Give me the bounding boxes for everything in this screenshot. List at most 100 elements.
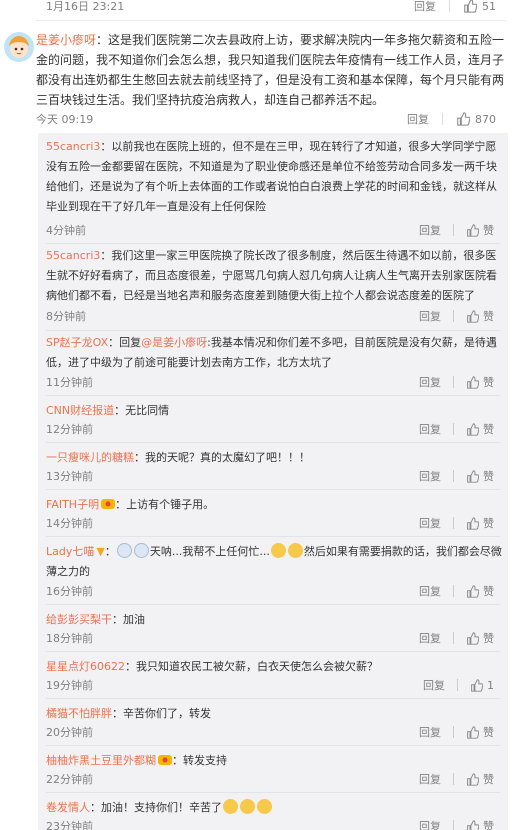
username-link[interactable]: Lady七喵 xyxy=(46,545,94,558)
reply-time: 16分钟前 xyxy=(46,585,93,598)
like-label[interactable]: 赞 xyxy=(483,222,494,238)
divider xyxy=(453,224,454,236)
username-link[interactable]: 橘猫不怕胖胖 xyxy=(46,707,112,720)
vip-badge-icon xyxy=(101,499,116,509)
reply-body: 天呐...我帮不上任何忙... xyxy=(149,545,270,558)
username-link[interactable]: 柚柚炸黑土豆里外都糊 xyxy=(46,754,156,767)
thumbs-up-icon[interactable] xyxy=(466,772,479,786)
comment-time: 今天 09:19 xyxy=(36,113,94,126)
reply-button[interactable]: 回复 xyxy=(419,374,441,390)
reply-text: CNN财经报道：无比同情 xyxy=(46,401,502,421)
reply-button[interactable]: 回复 xyxy=(419,771,441,787)
avatar-image-icon xyxy=(4,32,34,62)
like-label[interactable]: 赞 xyxy=(483,515,494,531)
divider xyxy=(449,0,450,12)
reply-text: 卷发情人：加油！支持你们！辛苦了 xyxy=(46,798,502,818)
thumbs-up-icon[interactable] xyxy=(466,584,479,598)
username-link[interactable]: 55cancri3 xyxy=(46,249,100,262)
thumbs-up-icon[interactable] xyxy=(466,516,479,530)
username-link[interactable]: 一只瘦咪儿的糖糕 xyxy=(46,451,134,464)
reply-actions: 回复 赞 xyxy=(419,818,494,830)
username-link[interactable]: 是姜小瘆呀 xyxy=(36,33,96,47)
vip-icon: ▼ xyxy=(96,545,105,558)
reply-body: ：我只知道农民工被欠薪，白衣天使怎么会被欠薪？ xyxy=(125,660,378,673)
reply-button[interactable]: 回复 xyxy=(407,111,429,127)
thumbs-up-icon[interactable] xyxy=(466,819,479,830)
reply-body: ：我的天呢？真的太魔幻了吧！！！ xyxy=(134,451,310,464)
thumbs-up-icon[interactable] xyxy=(466,309,479,323)
reply-button[interactable]: 回复 xyxy=(419,818,441,830)
replies-panel: 55cancri3：以前我也在医院上班的，但不是在三甲，现在转行了才知道，很多大… xyxy=(38,133,508,830)
username-link[interactable]: FAITH子明 xyxy=(46,498,99,511)
reply-button[interactable]: 回复 xyxy=(419,421,441,437)
reply-actions: 回复 赞 xyxy=(419,222,494,238)
thumbs-up-icon[interactable] xyxy=(456,112,470,126)
thumbs-up-icon[interactable] xyxy=(466,725,479,739)
username-link[interactable]: 给彭彭买梨干 xyxy=(46,613,112,626)
divider xyxy=(453,376,454,388)
thumbs-up-icon[interactable] xyxy=(470,678,483,692)
divider xyxy=(442,113,443,125)
reply-time: 22分钟前 xyxy=(46,773,93,786)
reply-body: ：加油 xyxy=(112,613,145,626)
reply-button[interactable]: 回复 xyxy=(419,308,441,324)
like-label[interactable]: 赞 xyxy=(483,630,494,646)
like-label[interactable]: 赞 xyxy=(483,771,494,787)
like-label[interactable]: 赞 xyxy=(483,468,494,484)
comment-actions: 回复 870 xyxy=(407,111,496,127)
thumbs-up-icon[interactable] xyxy=(466,469,479,483)
reply-text: 55cancri3：我们这里一家三甲医院换了院长改了很多制度，然后医生待遇不如以… xyxy=(46,246,502,306)
username-link[interactable]: SP赵子龙OX xyxy=(46,336,108,349)
username-link[interactable]: 星星点灯60622 xyxy=(46,660,125,673)
divider xyxy=(453,423,454,435)
like-label[interactable]: 赞 xyxy=(483,583,494,599)
emoji-icon xyxy=(287,543,303,558)
reply-button[interactable]: 回复 xyxy=(419,222,441,238)
like-label[interactable]: 赞 xyxy=(483,308,494,324)
like-label[interactable]: 赞 xyxy=(483,818,494,830)
mention-link[interactable]: @是姜小瘆呀 xyxy=(141,336,207,349)
reply-body: ：以前我也在医院上班的，但不是在三甲，现在转行了才知道，很多大学同学宁愿没有五险… xyxy=(46,140,497,213)
reply-time: 19分钟前 xyxy=(46,679,93,692)
thumbs-up-icon[interactable] xyxy=(466,375,479,389)
emoji-icon xyxy=(223,799,238,814)
divider xyxy=(453,820,454,830)
thumbs-up-icon[interactable] xyxy=(463,0,477,13)
reply-item: 星星点灯60622：我只知道农民工被欠薪，白衣天使怎么会被欠薪？ 19分钟前 回… xyxy=(38,657,508,704)
emoji-icon xyxy=(116,543,132,558)
reply-body: ： xyxy=(104,545,116,558)
emoji-icon xyxy=(133,543,149,558)
reply-body: ：辛苦你们了，转发 xyxy=(112,707,211,720)
reply-actions: 回复 赞 xyxy=(419,515,494,531)
divider xyxy=(453,470,454,482)
reply-actions: 回复 1 xyxy=(423,677,494,693)
like-label[interactable]: 赞 xyxy=(483,724,494,740)
reply-actions: 回复 赞 xyxy=(419,468,494,484)
reply-time: 4分钟前 xyxy=(46,224,86,237)
reply-button[interactable]: 回复 xyxy=(423,677,445,693)
username-link[interactable]: CNN财经报道 xyxy=(46,404,114,417)
reply-item: 给彭彭买梨干：加油 18分钟前 回复 赞 xyxy=(38,610,508,657)
divider xyxy=(453,726,454,738)
reply-button[interactable]: 回复 xyxy=(419,583,441,599)
reply-button[interactable]: 回复 xyxy=(419,724,441,740)
comment-text: 是姜小瘆呀：这是我们医院第二次去县政府上访，要求解决院内一年多拖欠薪资和五险一金… xyxy=(36,30,506,110)
like-count: 1 xyxy=(487,678,494,692)
reply-button[interactable]: 回复 xyxy=(414,0,436,14)
username-link[interactable]: 卷发情人 xyxy=(46,801,90,814)
avatar[interactable] xyxy=(4,32,34,62)
reply-button[interactable]: 回复 xyxy=(419,515,441,531)
reply-time: 14分钟前 xyxy=(46,517,93,530)
like-label[interactable]: 赞 xyxy=(483,421,494,437)
reply-item: 55cancri3：以前我也在医院上班的，但不是在三甲，现在转行了才知道，很多大… xyxy=(38,137,508,255)
reply-button[interactable]: 回复 xyxy=(419,468,441,484)
divider xyxy=(457,679,458,691)
thumbs-up-icon[interactable] xyxy=(466,422,479,436)
reply-button[interactable]: 回复 xyxy=(419,630,441,646)
thumbs-up-icon[interactable] xyxy=(466,631,479,645)
divider xyxy=(46,243,500,244)
username-link[interactable]: 55cancri3 xyxy=(46,140,100,153)
like-label[interactable]: 赞 xyxy=(483,374,494,390)
thumbs-up-icon[interactable] xyxy=(466,223,479,237)
reply-item: Lady七喵 ▼： 天呐...我帮不上任何忙... 然后如果有需要捐款的话，我们都会尽… xyxy=(38,542,508,610)
